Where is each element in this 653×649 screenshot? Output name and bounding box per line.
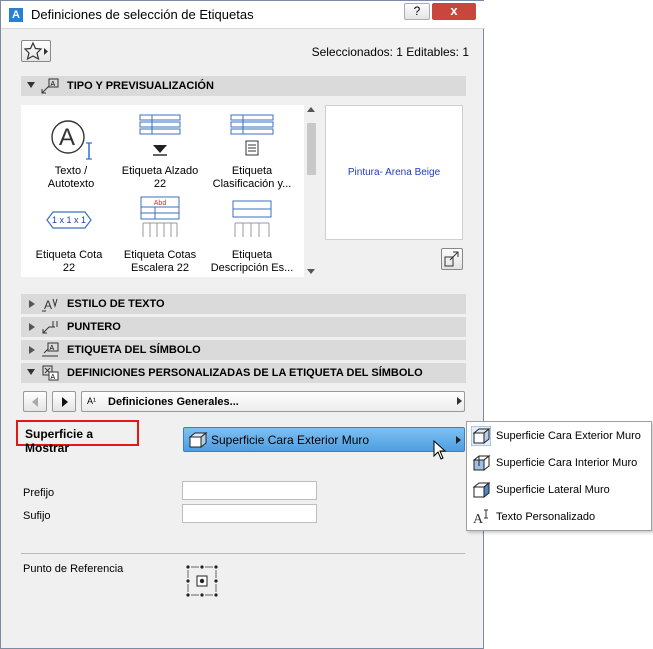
- surface-select-value: Superficie Cara Exterior Muro: [211, 433, 370, 447]
- elevation-label-icon: [139, 114, 181, 156]
- surface-options-menu: Superficie Cara Exterior Muro Superficie…: [466, 421, 652, 531]
- section-title: ESTILO DE TEXTO: [67, 298, 165, 310]
- dropdown-arrow-icon: [457, 397, 462, 405]
- divider: [21, 553, 465, 554]
- dimension-label-icon: 1 x 1 x 1: [46, 211, 92, 229]
- gallery-item-classification-label[interactable]: Etiqueta Clasificación y...: [207, 113, 297, 191]
- gallery-item-label: Etiqueta Alzado 22: [121, 165, 199, 190]
- next-page-button[interactable]: [52, 391, 76, 412]
- arrow-right-icon: [62, 397, 68, 407]
- svg-text:A: A: [51, 81, 56, 88]
- menu-item-label: Superficie Lateral Muro: [496, 484, 610, 496]
- scroll-down-arrow-icon[interactable]: [307, 269, 315, 274]
- scroll-up-arrow-icon[interactable]: [307, 107, 315, 112]
- menu-item-side-face[interactable]: Superficie Lateral Muro: [467, 477, 651, 503]
- text-style-icon: A: [42, 298, 58, 312]
- collapse-arrow-icon: [27, 369, 35, 375]
- selection-info: Seleccionados: 1 Editables: 1: [311, 45, 469, 59]
- previous-page-button[interactable]: [23, 391, 47, 412]
- menu-item-label: Superficie Cara Interior Muro: [496, 457, 638, 469]
- menu-item-exterior-face[interactable]: Superficie Cara Exterior Muro: [467, 423, 651, 449]
- menu-item-label: Superficie Cara Exterior Muro: [496, 430, 641, 442]
- menu-item-interior-face[interactable]: Superficie Cara Interior Muro: [467, 450, 651, 476]
- gallery-item-label: Etiqueta Clasificación y...: [212, 165, 292, 190]
- star-icon: [23, 41, 48, 61]
- gallery-item-stair-dimension-label[interactable]: Abd Etiqueta Cotas Escalera 22: [115, 193, 205, 275]
- close-button[interactable]: x: [432, 3, 476, 20]
- svg-text:A: A: [473, 512, 484, 527]
- expand-arrow-icon: [29, 346, 35, 354]
- section-custom-definitions-header[interactable]: A DEFINICIONES PERSONALIZADAS DE LA ETIQ…: [21, 363, 466, 383]
- wall-exterior-face-icon: [471, 426, 491, 446]
- help-button[interactable]: ?: [404, 3, 430, 20]
- definitions-page-label: Definiciones Generales...: [108, 396, 239, 408]
- section-type-preview-header[interactable]: A TIPO Y PREVISUALIZACIÓN: [21, 76, 466, 96]
- label-selection-settings-dialog: A Definiciones de selección de Etiquetas…: [0, 0, 485, 649]
- section-title: TIPO Y PREVISUALIZACIÓN: [67, 80, 214, 92]
- window-title: Definiciones de selección de Etiquetas: [31, 7, 254, 22]
- gallery-item-label: Etiqueta Descripción Es...: [210, 249, 294, 274]
- expand-arrow-icon: [29, 300, 35, 308]
- classification-label-icon: [230, 114, 274, 156]
- pointer-icon: [42, 321, 58, 334]
- definitions-page-dropdown[interactable]: A¹ Definiciones Generales...: [81, 391, 465, 412]
- gallery-item-label: Etiqueta Cotas Escalera 22: [123, 249, 197, 274]
- wall-interior-face-icon: [472, 454, 491, 472]
- arrow-left-icon: [32, 397, 38, 407]
- section-symbol-label-header[interactable]: A ETIQUETA DEL SÍMBOLO: [21, 340, 466, 360]
- section-title: PUNTERO: [67, 321, 121, 333]
- suffix-input[interactable]: [182, 504, 317, 523]
- gallery-item-elevation-label[interactable]: Etiqueta Alzado 22: [115, 113, 205, 191]
- svg-text:Abd: Abd: [154, 200, 167, 207]
- preview-text: Pintura- Arena Beige: [347, 167, 441, 178]
- section-title: DEFINICIONES PERSONALIZADAS DE LA ETIQUE…: [67, 367, 423, 379]
- symbol-label-icon: A: [42, 342, 59, 357]
- gallery-item-autotext[interactable]: A Texto / Autotexto: [26, 113, 116, 191]
- label-type-icon: A: [41, 78, 59, 94]
- mouse-cursor-icon: [433, 440, 447, 460]
- app-logo-icon: A: [9, 8, 23, 22]
- menu-item-label: Texto Personalizado: [496, 511, 596, 523]
- svg-text:1 x 1 x 1: 1 x 1 x 1: [52, 215, 86, 225]
- title-bar[interactable]: A Definiciones de selección de Etiquetas…: [1, 1, 485, 29]
- wall-exterior-face-icon: [188, 431, 208, 449]
- label-arrow-icon: A¹: [87, 396, 96, 406]
- custom-text-icon: A: [473, 509, 488, 527]
- prefix-label: Prefijo: [23, 487, 55, 499]
- submenu-arrow-icon: [456, 436, 461, 444]
- section-title: ETIQUETA DEL SÍMBOLO: [67, 344, 201, 356]
- section-pointer-header[interactable]: PUNTERO: [21, 317, 466, 337]
- prefix-input[interactable]: [182, 481, 317, 500]
- menu-item-custom-text[interactable]: A Texto Personalizado: [467, 504, 651, 530]
- reference-point-label: Punto de Referencia: [23, 563, 124, 575]
- suffix-label: Sufijo: [23, 510, 51, 522]
- custom-settings-icon: A: [42, 365, 59, 381]
- description-label-icon: [232, 200, 272, 237]
- svg-text:A: A: [51, 374, 56, 381]
- surface-select[interactable]: Superficie Cara Exterior Muro: [183, 427, 465, 452]
- collapse-arrow-icon: [27, 82, 35, 88]
- gallery-item-label: Etiqueta Cota 22: [35, 249, 103, 274]
- favorites-button[interactable]: [21, 40, 51, 62]
- expand-arrow-icon: [29, 323, 35, 331]
- reference-point-selector[interactable]: [184, 563, 220, 599]
- label-preview: Pintura- Arena Beige: [325, 105, 463, 240]
- preview-zoom-icon: [444, 251, 459, 267]
- wall-side-face-icon: [472, 481, 491, 499]
- gallery-item-dimension-label[interactable]: 1 x 1 x 1 Etiqueta Cota 22: [24, 201, 114, 275]
- scrollbar-thumb[interactable]: [307, 123, 316, 175]
- svg-text:A: A: [44, 298, 52, 312]
- label-type-gallery[interactable]: A Texto / Autotexto Etiqueta Alzado 22 E…: [21, 105, 304, 277]
- svg-text:A: A: [59, 124, 75, 151]
- gallery-item-description-label[interactable]: Etiqueta Descripción Es...: [207, 197, 297, 275]
- stair-dimension-label-icon: Abd: [140, 196, 180, 237]
- surface-label-highlight: Superficie a Mostrar: [16, 420, 139, 455]
- section-text-style-header[interactable]: A ESTILO DE TEXTO: [21, 294, 466, 314]
- surface-label: Superficie a Mostrar: [25, 427, 94, 455]
- autotext-icon: A: [51, 120, 92, 160]
- svg-text:A: A: [50, 345, 55, 352]
- preview-options-button[interactable]: [441, 248, 463, 270]
- gallery-item-label: Texto / Autotexto: [47, 165, 95, 190]
